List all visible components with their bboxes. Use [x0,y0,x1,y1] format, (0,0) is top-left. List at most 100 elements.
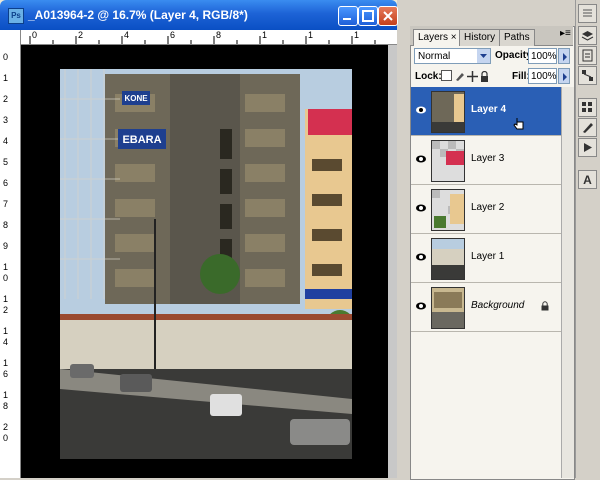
ruler-number: 4 [3,337,9,347]
ruler-number: 4 [3,136,9,146]
ruler-number: 2 [3,94,9,104]
ruler-number: 0 [3,273,9,283]
maximize-button[interactable] [358,6,378,26]
ruler-number: 1 [308,30,314,40]
opacity-slider-button[interactable] [558,48,570,64]
chevron-down-icon[interactable] [477,49,490,63]
svg-text:A: A [583,173,592,187]
layer-name: Layer 4 [471,104,507,115]
ruler-number: 1 [3,73,9,83]
paths-dock-icon[interactable] [578,66,597,85]
panel-tab-bar: Layers × History Paths ▸≡ [410,26,573,46]
eye-icon[interactable] [415,154,427,164]
lock-transparency-icon[interactable] [441,70,452,81]
ruler-number: 0 [32,30,38,40]
document-window: Ps _A013964-2 @ 16.7% (Layer 4, RGB/8*) [0,0,398,478]
ruler-number: 6 [3,369,9,379]
ruler-number: 6 [170,30,176,40]
fill-input[interactable]: 100% [528,68,557,84]
layers-dock-icon[interactable] [578,26,597,45]
tool-presets-dock-icon[interactable] [578,118,597,137]
blend-mode-select[interactable]: Normal [414,48,491,64]
ruler-number: 1 [3,326,9,336]
opacity-input[interactable]: 100% [528,48,557,64]
ruler-number: 8 [216,30,222,40]
fill-slider-button[interactable] [558,68,570,84]
panel-menu-icon[interactable]: ▸≡ [560,28,571,39]
layers-panel-scrollbar[interactable] [561,87,574,478]
maximize-icon [362,10,374,22]
horizontal-ruler-ticks [29,36,376,44]
ruler-number: 1 [262,30,268,40]
eye-icon[interactable] [415,203,427,213]
lock-label: Lock: [415,71,442,82]
eye-icon[interactable] [415,105,427,115]
document-title: _A013964-2 @ 16.7% (Layer 4, RGB/8*) [28,8,248,22]
lock-icon [541,301,549,311]
ruler-number: 1 [3,358,9,368]
layer-thumbnail [431,140,465,182]
dock-grip-icon[interactable] [578,4,597,23]
hand-cursor-icon [513,118,524,130]
layer-row-layer-1[interactable]: Layer 1 [411,234,561,283]
ruler-number: 6 [3,178,9,188]
layer-name: Layer 3 [471,153,505,164]
layer-thumbnail [431,91,465,133]
ruler-number: 0 [3,433,9,443]
character-dock-icon[interactable]: A [578,170,597,189]
layer-thumbnail [431,287,465,329]
chevron-right-icon [563,73,567,81]
document-title-bar[interactable]: Ps _A013964-2 @ 16.7% (Layer 4, RGB/8*) [0,0,398,30]
actions-dock-icon[interactable] [578,138,597,157]
ruler-number: 2 [3,305,9,315]
ruler-number: 8 [3,401,9,411]
ruler-number: 7 [3,199,9,209]
ruler-number: 2 [3,422,9,432]
vertical-ruler[interactable]: 0 1 2 3 4 5 6 7 8 9 1 0 1 2 1 4 1 6 1 8 … [0,30,21,478]
lock-image-icon[interactable] [454,69,465,81]
ruler-number: 2 [78,30,84,40]
ruler-number: 5 [3,157,9,167]
ruler-number: 1 [3,294,9,304]
ruler-number: 9 [3,241,9,251]
tab-close-icon[interactable]: × [451,32,457,43]
ruler-number: 1 [3,390,9,400]
minimize-icon [343,18,351,20]
layer-row-layer-2[interactable]: Layer 2 [411,185,561,234]
close-button[interactable] [378,6,398,26]
ruler-number: 8 [3,220,9,230]
eye-icon[interactable] [415,252,427,262]
layer-name: Background [471,300,525,311]
lock-all-icon[interactable] [480,69,489,82]
document-vertical-scrollbar[interactable] [388,45,397,478]
swatches-dock-icon[interactable] [578,98,597,117]
photoshop-document-icon: Ps [8,8,24,24]
ruler-number: 0 [3,52,9,62]
ruler-number: 4 [124,30,130,40]
blend-mode-value: Normal [418,51,451,62]
tab-history[interactable]: History [459,29,501,46]
close-icon [383,11,393,21]
layer-name: Layer 2 [471,202,505,213]
ruler-number: 1 [3,262,9,272]
ebara-sign-text: EBARA [122,134,161,146]
ruler-number: 3 [3,115,9,125]
layer-row-background[interactable]: Background [411,283,561,332]
lock-position-icon[interactable] [467,69,478,82]
minimize-button[interactable] [338,6,358,26]
ruler-number: 1 [354,30,360,40]
layer-row-layer-3[interactable]: Layer 3 [411,136,561,185]
channels-dock-icon[interactable] [578,46,597,65]
layer-row-layer-4[interactable]: Layer 4 [411,87,561,136]
tab-paths[interactable]: Paths [499,29,535,46]
tab-layers[interactable]: Layers × [413,29,462,46]
eye-icon[interactable] [415,301,427,311]
layer-name: Layer 1 [471,251,505,262]
chevron-right-icon [563,53,567,61]
kone-sign-text: KONE [124,94,148,103]
horizontal-ruler[interactable]: 0 2 4 6 8 1 1 1 [20,30,397,45]
document-canvas[interactable]: KONE EBARA [21,45,397,478]
layer-thumbnail [431,238,465,280]
tab-layers-label: Layers [418,32,449,43]
layer-thumbnail [431,189,465,231]
